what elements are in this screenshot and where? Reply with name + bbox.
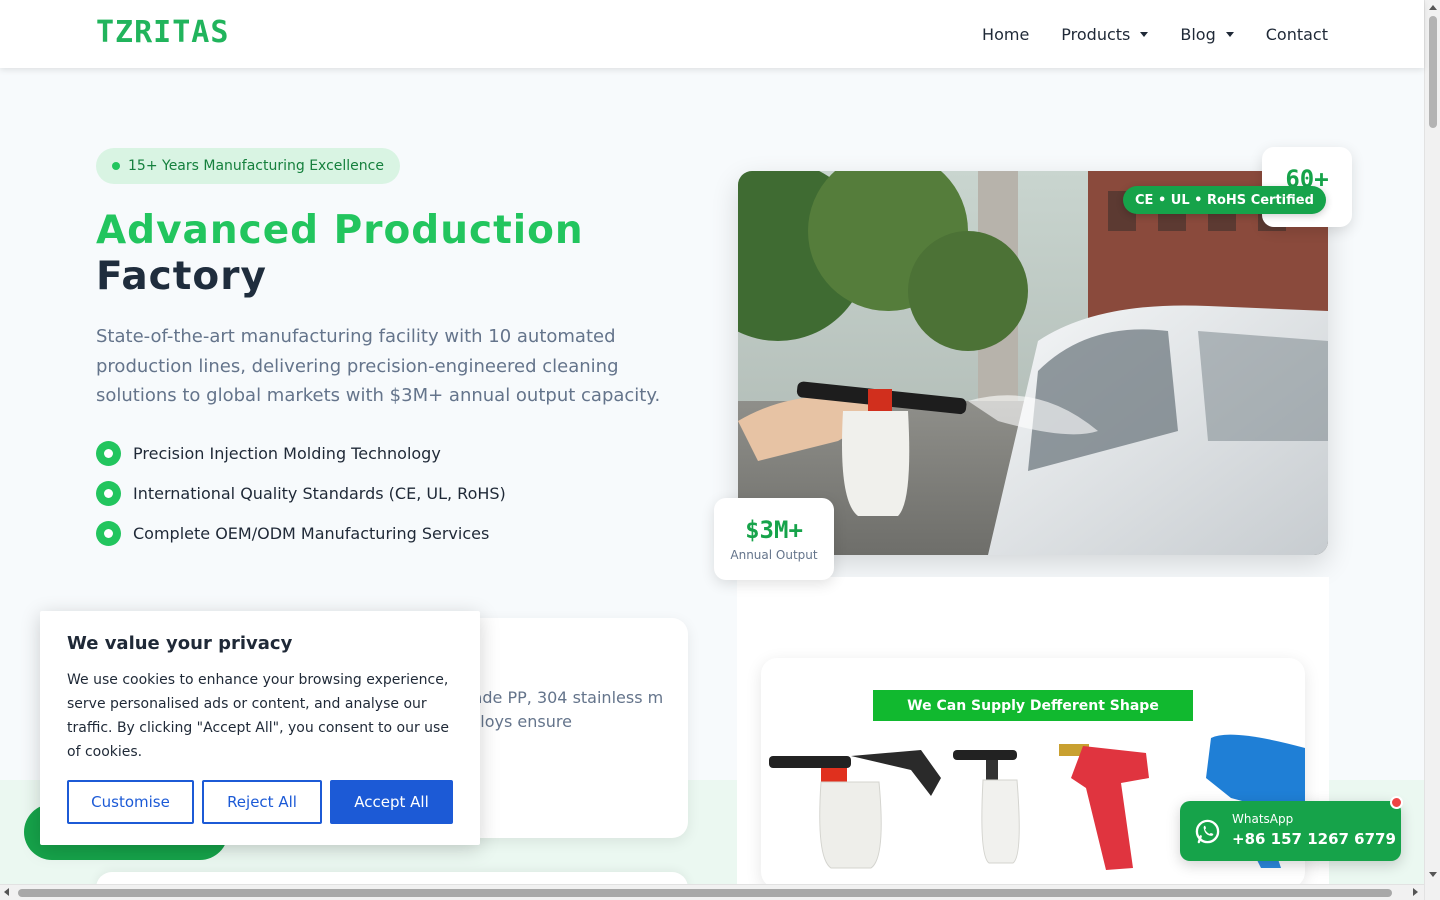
experience-badge: 15+ Years Manufacturing Excellence	[96, 148, 400, 184]
reject-all-button[interactable]: Reject All	[202, 780, 322, 824]
check-icon	[96, 480, 121, 506]
whatsapp-contact-button[interactable]: WhatsApp +86 157 1267 6779	[1180, 796, 1403, 861]
whatsapp-phone: +86 157 1267 6779	[1232, 830, 1396, 848]
site-logo[interactable]: TZRITAS	[96, 15, 229, 50]
feature-label: Precision Injection Molding Technology	[133, 443, 441, 463]
feature-item: Precision Injection Molding Technology	[96, 440, 506, 466]
hero-title: Advanced Production Factory	[96, 208, 696, 300]
nav-products[interactable]: Products	[1061, 24, 1149, 44]
badge-label: 15+ Years Manufacturing Excellence	[128, 158, 384, 174]
stat-output-label: Annual Output	[730, 548, 818, 562]
hero-image	[738, 171, 1328, 555]
feature-item: Complete OEM/ODM Manufacturing Services	[96, 520, 506, 546]
cookie-title: We value your privacy	[67, 633, 293, 654]
whatsapp-icon	[1195, 819, 1220, 844]
hero-title-line1: Advanced Production	[96, 208, 584, 253]
feature-label: Complete OEM/ODM Manufacturing Services	[133, 523, 490, 543]
cookie-consent-dialog: We value your privacy We use cookies to …	[40, 611, 480, 845]
nav-home[interactable]: Home	[982, 25, 1029, 44]
badge-dot-icon	[112, 162, 120, 170]
whatsapp-label: WhatsApp	[1232, 812, 1294, 826]
feature-item: International Quality Standards (CE, UL,…	[96, 480, 506, 506]
feature-label: International Quality Standards (CE, UL,…	[133, 483, 506, 503]
nav-contact[interactable]: Contact	[1266, 25, 1328, 44]
scroll-left-icon[interactable]	[4, 888, 9, 896]
nav-home-label: Home	[982, 24, 1030, 44]
certification-badge: CE • UL • RoHS Certified	[1123, 186, 1326, 214]
hero-description: State-of-the-art manufacturing facility …	[96, 326, 661, 406]
vertical-scrollbar[interactable]	[1424, 0, 1440, 900]
horizontal-scrollbar[interactable]	[0, 884, 1424, 900]
vertical-scroll-thumb[interactable]	[1429, 16, 1437, 128]
site-header: TZRITAS Home Products Blog Contact	[0, 0, 1424, 68]
stat-annual-output: $3M+ Annual Output	[714, 498, 834, 580]
check-icon	[96, 520, 121, 546]
chevron-down-icon	[1140, 31, 1149, 37]
feature-list: Precision Injection Molding Technology I…	[96, 440, 506, 560]
nav-contact-label: Contact	[1265, 24, 1328, 44]
nav-blog-label: Blog	[1180, 24, 1216, 44]
scroll-up-icon[interactable]	[1429, 5, 1437, 10]
hero-title-line2: Factory	[96, 254, 267, 299]
stat-output-number: $3M+	[745, 516, 803, 544]
car-wash-photo	[738, 171, 1328, 555]
nav-products-label: Products	[1061, 24, 1131, 44]
notification-dot	[1390, 796, 1403, 809]
check-icon	[96, 440, 121, 466]
nav-blog[interactable]: Blog	[1180, 24, 1234, 44]
accept-all-button[interactable]: Accept All	[330, 780, 453, 824]
main-nav: Home Products Blog Contact	[982, 0, 1328, 68]
horizontal-scroll-thumb[interactable]	[18, 889, 1392, 897]
scroll-down-icon[interactable]	[1429, 872, 1437, 877]
cookie-body: We use cookies to enhance your browsing …	[67, 672, 449, 760]
chevron-down-icon	[1225, 31, 1234, 37]
info-card-text: rade PP, 304 stainless m alloys ensure	[466, 688, 664, 731]
customise-button[interactable]: Customise	[67, 780, 194, 824]
scroll-right-icon[interactable]	[1413, 888, 1418, 896]
